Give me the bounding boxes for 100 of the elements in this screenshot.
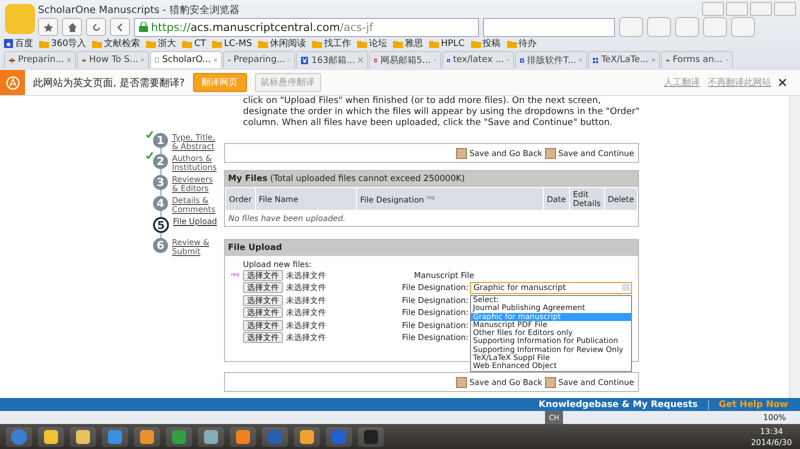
diamond-icon xyxy=(82,56,86,64)
column-header: Date xyxy=(543,188,570,210)
browser-tab[interactable]: 163邮箱... xyxy=(296,51,368,68)
column-header: Delete xyxy=(604,188,638,210)
back-icon[interactable] xyxy=(110,18,130,36)
clock: 13:34 2014/6/30 xyxy=(750,426,792,448)
bookmark-link[interactable]: 百度 xyxy=(15,37,33,50)
step-number: 2 xyxy=(153,154,168,169)
grid-icon xyxy=(593,56,598,64)
choose-file-button[interactable]: 选择文件 xyxy=(243,294,283,306)
choose-file-button[interactable]: 选择文件 xyxy=(243,307,283,318)
designation-select[interactable]: Graphic for manuscript xyxy=(470,282,632,294)
browser-tab[interactable]: 排版软件T... xyxy=(515,51,587,68)
folder-icon xyxy=(146,40,156,48)
taskbar-app-icon[interactable] xyxy=(198,427,224,447)
diamond-icon xyxy=(9,56,15,64)
taskbar-app-icon[interactable] xyxy=(166,427,192,447)
bookmark-link[interactable]: CT xyxy=(194,38,206,48)
designation-label: File Designation: xyxy=(402,296,468,305)
folder-icon xyxy=(258,40,268,48)
file-status: 未选择文件 xyxy=(286,282,327,294)
paw-icon xyxy=(4,39,13,48)
step-link[interactable]: Authors & Institutions xyxy=(172,154,220,175)
step-link[interactable]: Review & Submit xyxy=(172,238,220,259)
choose-file-button[interactable]: 选择文件 xyxy=(243,270,283,281)
window-title: ScholarOne Manuscripts - 猎豹安全浏览器 xyxy=(38,4,240,17)
empty-message: No files have been uploaded. xyxy=(228,213,346,225)
folder-icon xyxy=(470,40,481,48)
taskbar-app-icon[interactable] xyxy=(230,427,256,447)
column-header: File Name xyxy=(255,188,357,210)
step-number: 6 xyxy=(153,238,168,253)
step-number: 5 xyxy=(153,217,169,233)
choose-file-button[interactable]: 选择文件 xyxy=(243,282,283,294)
choose-file-button[interactable]: 选择文件 xyxy=(243,332,283,344)
taskbar-app-icon[interactable] xyxy=(70,427,96,447)
start-button[interactable] xyxy=(6,427,32,447)
designation-label: File Designation: xyxy=(402,283,468,292)
file-status: 未选择文件 xyxy=(286,320,327,331)
browser-tab[interactable]: How To S... xyxy=(77,51,149,68)
folder-icon xyxy=(212,40,222,48)
upload-prompt: Upload new files: xyxy=(243,260,313,269)
bookmark-link[interactable]: 文献检索 xyxy=(104,37,140,50)
browser-logo xyxy=(5,4,35,34)
refresh-icon[interactable] xyxy=(86,18,106,36)
browser-tab[interactable]: Preparin... xyxy=(4,51,76,68)
browser-tab[interactable]: Forms an... xyxy=(661,51,733,68)
bookmark-link[interactable]: 休闲阅读 xyxy=(270,37,306,50)
folder-icon xyxy=(393,40,404,48)
bookmark-link[interactable]: LC-MS xyxy=(224,38,252,48)
zoom-level[interactable]: 100% xyxy=(763,413,786,422)
taskbar-app-icon[interactable] xyxy=(38,427,64,447)
choose-file-button[interactable]: 选择文件 xyxy=(243,320,283,331)
browser-tab[interactable]: Preparing... xyxy=(223,51,295,68)
step-link[interactable]: Reviewers & Editors xyxy=(172,175,220,196)
translate-message: 此网站为英文页面, 是否需要翻译? xyxy=(33,76,185,90)
address-field[interactable]: https://acs.manuscriptcentral.com/acs-jf xyxy=(134,18,479,36)
folder-icon xyxy=(357,40,368,48)
browser-tab[interactable]: 网易邮箱5... xyxy=(369,51,441,68)
browser-tab[interactable]: ScholarO... xyxy=(150,51,222,68)
step-link[interactable]: Details & Comments xyxy=(172,196,220,217)
taskbar-app-icon[interactable] xyxy=(134,427,160,447)
scrollbar[interactable] xyxy=(789,96,800,398)
bookmark-link[interactable]: HPLC xyxy=(441,38,465,48)
lock-icon xyxy=(139,22,148,32)
continue-button[interactable]: Save and Continue xyxy=(545,148,634,158)
close-icon[interactable] xyxy=(779,79,786,86)
folder-icon xyxy=(39,40,49,48)
continue-button[interactable]: Save and Continue xyxy=(545,376,634,388)
step-link[interactable]: Type, Title, & Abstract xyxy=(172,133,220,154)
bookmark-link[interactable]: 雅思 xyxy=(405,37,424,50)
bookmark-link[interactable]: 论坛 xyxy=(369,37,388,50)
file-status: 未选择文件 xyxy=(286,270,327,281)
taskbar-app-icon[interactable] xyxy=(294,427,320,447)
browser-tab[interactable]: TeX/LaTe... xyxy=(588,51,660,68)
paw-icon xyxy=(520,56,524,64)
step-link[interactable]: File Upload xyxy=(173,217,221,238)
bookmark-link[interactable]: 待办 xyxy=(518,37,537,50)
home-icon[interactable] xyxy=(62,18,82,36)
page-icon xyxy=(155,55,160,65)
folder-icon xyxy=(506,40,517,48)
back-button[interactable]: Save and Go Back xyxy=(456,148,542,158)
back-button[interactable]: Save and Go Back xyxy=(456,376,542,388)
file-label: Manuscript File xyxy=(414,270,474,280)
instructions-text: click on "Upload Files" when finished (or to add more files). On the next screen, designate the order in which the files will appear by using the dropdowns in the "Order" column. When all files have been uploaded, click the "Save and Continue" button. xyxy=(243,96,641,129)
column-header: Edit Details xyxy=(569,188,604,210)
folder-icon xyxy=(312,40,322,48)
file-status: 未选择文件 xyxy=(286,307,327,318)
footer-link[interactable]: Knowledgebase & My Requests xyxy=(538,400,698,410)
bookmark-link[interactable]: 投稿 xyxy=(482,37,501,50)
bookmark-link[interactable]: 360导入 xyxy=(51,37,86,50)
search-field[interactable] xyxy=(483,18,615,36)
browser-tab[interactable]: tex/latex ... xyxy=(442,51,514,68)
taskbar-app-icon[interactable] xyxy=(358,427,384,447)
folder-icon xyxy=(182,40,192,48)
bookmark-link[interactable]: 浙大 xyxy=(158,37,176,50)
taskbar-app-icon[interactable] xyxy=(102,427,128,447)
paw-icon xyxy=(301,56,308,64)
panel-title: My Files (Total uploaded files cannot exceed 250000K) xyxy=(225,171,638,187)
step-number: 3 xyxy=(153,175,168,190)
bookmark-link[interactable]: 找工作 xyxy=(324,37,352,50)
